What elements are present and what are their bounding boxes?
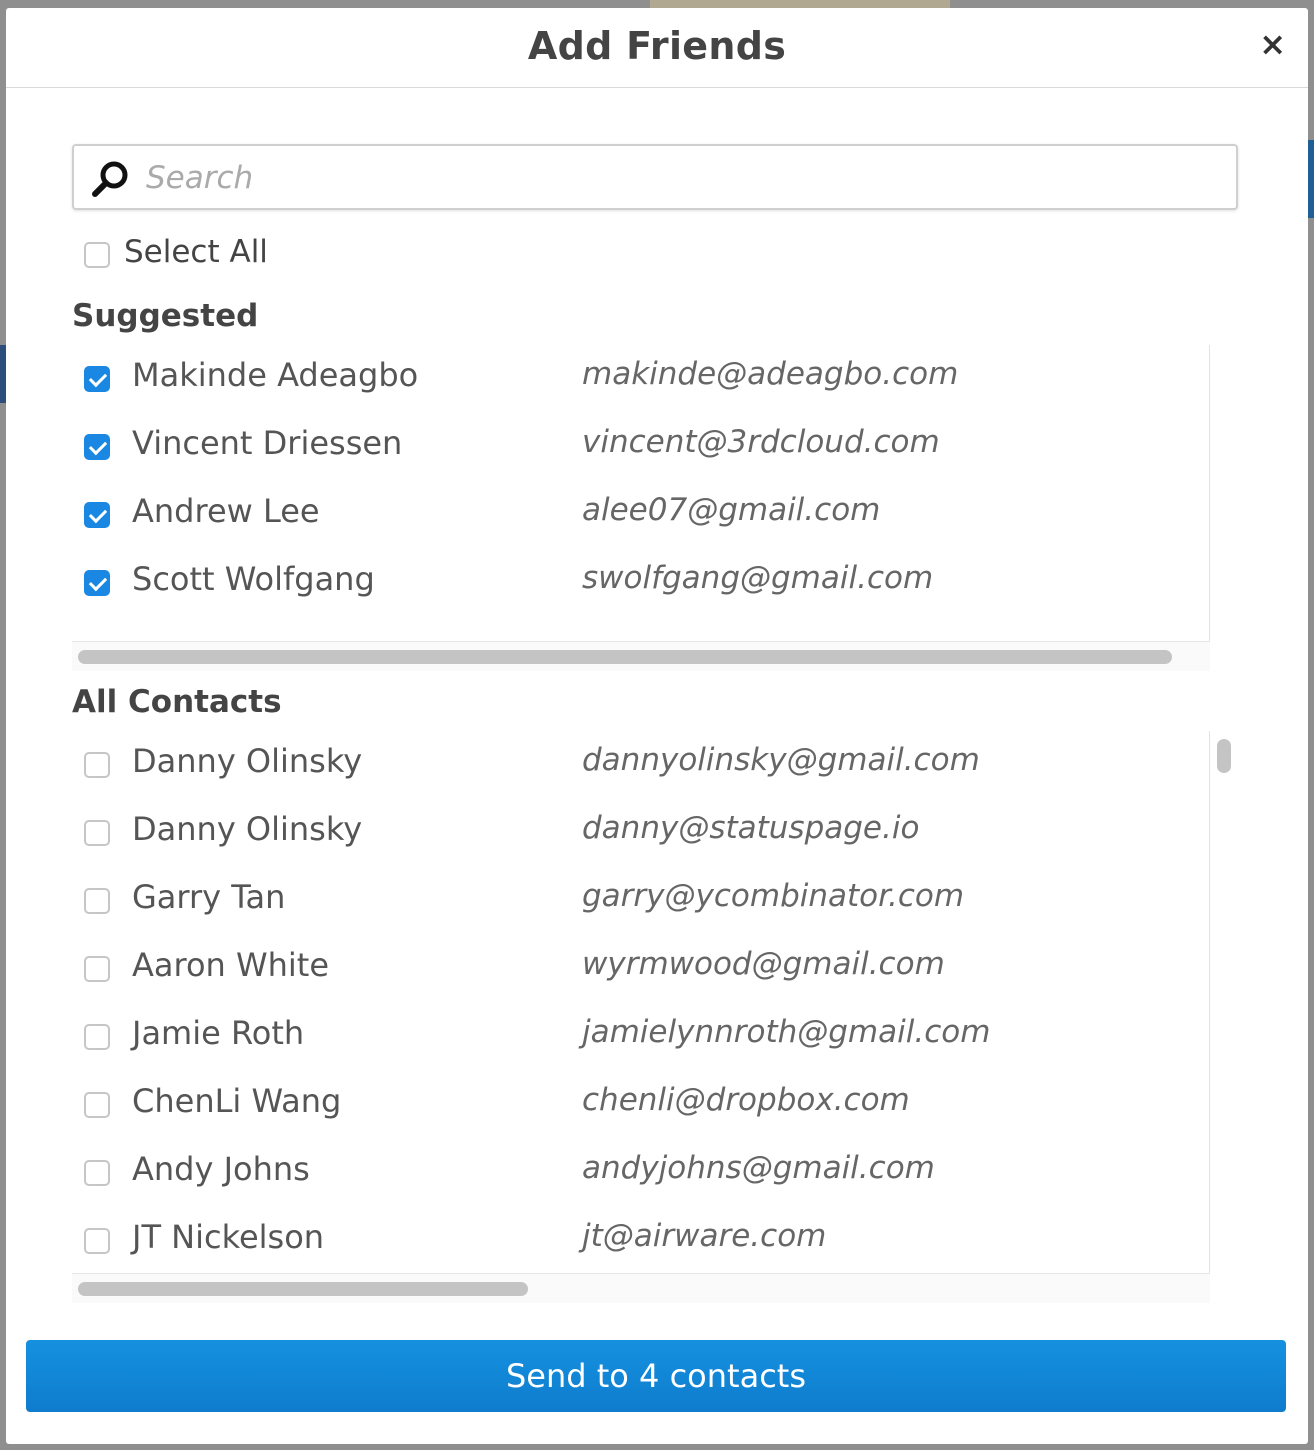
contact-email: garry@ycombinator.com: [582, 878, 965, 914]
contact-checkbox[interactable]: [84, 502, 110, 528]
contact-email: chenli@dropbox.com: [582, 1082, 910, 1118]
contact-email: dannyolinsky@gmail.com: [582, 742, 980, 778]
suggested-contact-row[interactable]: Andrew Lee alee07@gmail.com: [72, 481, 1212, 549]
contact-checkbox[interactable]: [84, 956, 110, 982]
search-box[interactable]: [72, 144, 1238, 210]
contact-row[interactable]: JT Nickelson jt@airware.com: [72, 1207, 1212, 1275]
contact-checkbox[interactable]: [84, 752, 110, 778]
contact-name: Andrew Lee: [132, 492, 320, 530]
modal-header: Add Friends ×: [6, 8, 1308, 88]
contact-email: wyrmwood@gmail.com: [582, 946, 945, 982]
contact-name: Jamie Roth: [132, 1014, 305, 1052]
send-button[interactable]: Send to 4 contacts: [26, 1340, 1286, 1412]
contact-email: vincent@3rdcloud.com: [582, 424, 940, 460]
suggested-vertical-scrollbar[interactable]: [1209, 345, 1238, 641]
all-contacts-horizontal-scrollbar[interactable]: [72, 1273, 1210, 1303]
suggested-contact-row[interactable]: Makinde Adeagbo makinde@adeagbo.com: [72, 345, 1212, 413]
contact-name: ChenLi Wang: [132, 1082, 342, 1120]
contact-email: andyjohns@gmail.com: [582, 1150, 935, 1186]
contact-email: makinde@adeagbo.com: [582, 356, 959, 392]
contact-row[interactable]: Aaron White wyrmwood@gmail.com: [72, 935, 1212, 1003]
modal-title: Add Friends: [527, 24, 787, 68]
contact-email: jt@airware.com: [582, 1218, 827, 1254]
contact-checkbox[interactable]: [84, 434, 110, 460]
all-contacts-vertical-scrollbar[interactable]: [1209, 731, 1238, 1273]
suggested-contact-row[interactable]: Vincent Driessen vincent@3rdcloud.com: [72, 413, 1212, 481]
suggested-contact-row[interactable]: Scott Wolfgang swolfgang@gmail.com: [72, 549, 1212, 617]
contact-name: Scott Wolfgang: [132, 560, 375, 598]
contact-email: jamielynnroth@gmail.com: [582, 1014, 991, 1050]
contact-row[interactable]: Danny Olinsky dannyolinsky@gmail.com: [72, 731, 1212, 799]
backdrop-page-fragment: [650, 0, 950, 8]
contact-name: Aaron White: [132, 946, 330, 984]
add-friends-modal: Add Friends × Select All Suggested Makin…: [6, 8, 1308, 1444]
contact-row[interactable]: Danny Olinsky danny@statuspage.io: [72, 799, 1212, 867]
suggested-list: Makinde Adeagbo makinde@adeagbo.com Vincen…: [72, 345, 1238, 671]
all-contacts-heading: All Contacts: [72, 684, 282, 720]
contact-name: Andy Johns: [132, 1150, 310, 1188]
contact-email: alee07@gmail.com: [582, 492, 881, 528]
suggested-horizontal-scrollbar[interactable]: [72, 641, 1210, 671]
contact-checkbox[interactable]: [84, 820, 110, 846]
contact-name: Danny Olinsky: [132, 810, 363, 848]
contact-row[interactable]: Jamie Roth jamielynnroth@gmail.com: [72, 1003, 1212, 1071]
scrollbar-thumb[interactable]: [1217, 739, 1231, 773]
contact-row[interactable]: Andy Johns andyjohns@gmail.com: [72, 1139, 1212, 1207]
contact-checkbox[interactable]: [84, 366, 110, 392]
close-button[interactable]: ×: [1259, 28, 1286, 60]
contact-email: danny@statuspage.io: [582, 810, 920, 846]
suggested-heading: Suggested: [72, 298, 259, 334]
contact-checkbox[interactable]: [84, 888, 110, 914]
contact-checkbox[interactable]: [84, 1024, 110, 1050]
contact-email: swolfgang@gmail.com: [582, 560, 934, 596]
contact-name: JT Nickelson: [132, 1218, 325, 1256]
search-icon: [92, 161, 128, 197]
select-all-checkbox[interactable]: [84, 242, 110, 268]
scrollbar-thumb[interactable]: [78, 650, 1172, 664]
contact-name: Makinde Adeagbo: [132, 356, 419, 394]
contact-checkbox[interactable]: [84, 1160, 110, 1186]
contact-name: Vincent Driessen: [132, 424, 403, 462]
contact-checkbox[interactable]: [84, 1228, 110, 1254]
select-all-label: Select All: [124, 234, 268, 270]
contact-checkbox[interactable]: [84, 1092, 110, 1118]
contact-name: Garry Tan: [132, 878, 286, 916]
search-input[interactable]: [144, 152, 1228, 204]
scrollbar-thumb[interactable]: [78, 1282, 528, 1296]
contact-checkbox[interactable]: [84, 570, 110, 596]
all-contacts-list: Danny Olinsky dannyolinsky@gmail.com Danny…: [72, 731, 1238, 1303]
contact-name: Danny Olinsky: [132, 742, 363, 780]
contact-row[interactable]: Garry Tan garry@ycombinator.com: [72, 867, 1212, 935]
contact-row[interactable]: ChenLi Wang chenli@dropbox.com: [72, 1071, 1212, 1139]
